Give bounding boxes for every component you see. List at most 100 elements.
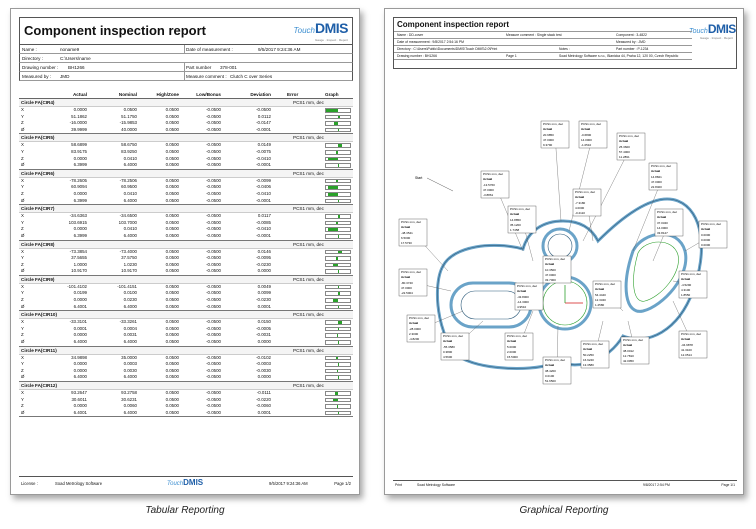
feature-name: Circle FA(CIR10) [21,312,57,318]
axis-label: X [21,213,24,219]
axis-label: Z [21,403,24,409]
deviation-graph-bar [325,262,351,268]
actual-value: 93.2647 [71,390,87,395]
callout-value-z: 51.6500 [545,379,556,383]
deviation-graph-bar [325,185,351,190]
nominal-value: -101.4151 [117,283,137,289]
low-bonus-value: -0.0500 [206,268,221,274]
deviation-value: -0.0060 [256,403,271,409]
callout-actual-label: Actual [543,127,552,131]
deviation-graph-fill [338,164,339,167]
deviation-graph-bar [325,269,351,274]
high-zone-value: 0.0500 [165,142,179,148]
callout-leader [568,134,594,232]
callout-value-z: 13.3580 [583,363,594,367]
callout-value-x: -0.6800 [581,133,592,137]
start-annotation: Start [415,176,422,180]
axis-label: Y [21,219,24,225]
nominal-value: 51.1750 [121,113,137,119]
deviation-value: -0.0111 [256,390,271,395]
low-bonus-value: -0.0500 [206,339,221,345]
deviation-graph-bar [325,114,351,120]
callout-value-y: 14.0000 [657,226,668,230]
table-row: Y 51.1862 51.1750 0.0500 -0.0500 0.0112 [19,114,353,121]
caption-tabular: Tabular Reporting [145,505,225,516]
callout-value-y: 0.3800 [443,350,453,354]
deviation-value: 0.0001 [257,303,271,309]
callout-header: PCS1 mm, dec [401,270,422,274]
nominal-value: -15.9853 [119,120,137,126]
callout-value-x: -55.3580 [443,345,455,349]
callout-value-y: 12.3340 [595,298,606,302]
high-zone-value: 0.0500 [165,107,179,112]
nominal-value: -33.3261 [119,319,137,325]
high-zone-value: 0.0500 [165,197,179,203]
low-bonus-value: -0.0500 [206,255,221,261]
callout-value-y: 2.0000 [507,350,517,354]
table-header: Actual Nominal High/Zone Low/Bonus Devia… [19,91,353,99]
actual-value: 10.9170 [71,268,87,274]
low-bonus-value: -0.0500 [206,325,221,331]
actual-value: 0.0199 [73,290,87,296]
callout-value-z: -4.8200 [409,337,420,341]
info-row-directory: Directory : C:\Users\name [19,54,353,63]
callout-actual-label: Actual [619,139,628,143]
actual-value: 0.0000 [73,367,87,373]
dimension-callout: PCS1 mm, decActual 50.225016.924013.3580 [580,320,610,369]
callout-value-x: -13.5760 [483,183,495,187]
callout-value-y: 0.0100 [545,374,555,378]
table-row: Z 0.0000 0.0060 0.0500 -0.0500 -0.0060 [19,403,353,410]
axis-label: X [21,390,24,395]
axis-label: Y [21,184,24,190]
feature-pcs: PCS1 mm, dec [293,170,324,176]
callout-header: PCS1 mm, dec [507,334,528,338]
deviation-graph-bar [325,284,351,290]
callout-actual-label: Actual [581,127,590,131]
callout-actual-label: Actual [595,287,604,291]
axis-label: Z [21,190,24,196]
callout-value-x: -28.0000 [409,327,421,331]
callout-value-x: 0.0000 [701,233,711,237]
feature-header: Circle FA(CIR11) PCS1 mm, dec [19,346,353,355]
axis-label: Ø [21,126,25,132]
feature-name: Circle FA(CIR5) [21,135,55,141]
deviation-graph-fill [335,179,338,183]
deviation-graph-bar [325,391,351,396]
low-bonus-value: -0.0500 [206,332,221,338]
axis-label: Ø [21,409,25,415]
deviation-graph-bar [325,375,351,380]
callout-header: PCS1 mm, dec [575,190,596,194]
actual-value: 34.9898 [71,354,87,360]
callout-value-x: -48.3541 [401,231,413,235]
actual-value: 6.4001 [73,303,87,309]
table-row: X 93.2647 93.2758 0.0500 -0.0500 -0.0111 [19,390,353,397]
table-row: Z 0.0000 0.0410 0.0500 -0.0500 -0.0410 [19,156,353,163]
callout-header: PCS1 mm, dec [623,338,644,342]
deviation-value: -0.0005 [256,325,271,331]
deviation-graph-bar [325,233,351,239]
nominal-value: 6.4000 [123,162,137,168]
axis-label: Z [21,261,24,267]
actual-value: -73.3854 [69,248,87,254]
low-bonus-value: -0.0500 [206,219,221,225]
callout-value-y: 4.0000 [575,206,585,210]
table-row: X -78.2605 -78.2506 0.0500 -0.0500 -0.0099 [19,178,353,185]
deviation-graph-fill [332,299,338,302]
high-zone-value: 0.0500 [165,303,179,309]
nominal-value: 6.4000 [123,232,137,238]
axis-label: Ø [21,162,25,168]
deviation-graph-bar [325,127,351,133]
axis-label: Ø [21,232,25,238]
nominal-value: 0.0100 [123,290,137,296]
low-bonus-value: -0.0500 [206,213,221,219]
callout-header: PCS1 mm, dec [595,282,616,286]
actual-value: 0.0000 [73,107,87,112]
actual-value: 37.5655 [71,255,87,261]
table-row: Z 0.0000 0.0410 0.0500 -0.0500 -0.0410 [19,191,353,198]
feature-block: Circle FA(CIR4) PCS1 mm, dec X 0.0000 0.0500… [19,99,353,135]
deviation-value: 0.0150 [257,319,271,325]
dimension-callout: PCS1 mm, decActual -34.987841.310012.0514 [672,300,708,359]
high-zone-value: 0.0500 [165,261,179,267]
part-drawing: Start PCS1 mm, decActual20.985047.00009.… [398,120,728,385]
nominal-value: 0.0230 [123,297,137,303]
